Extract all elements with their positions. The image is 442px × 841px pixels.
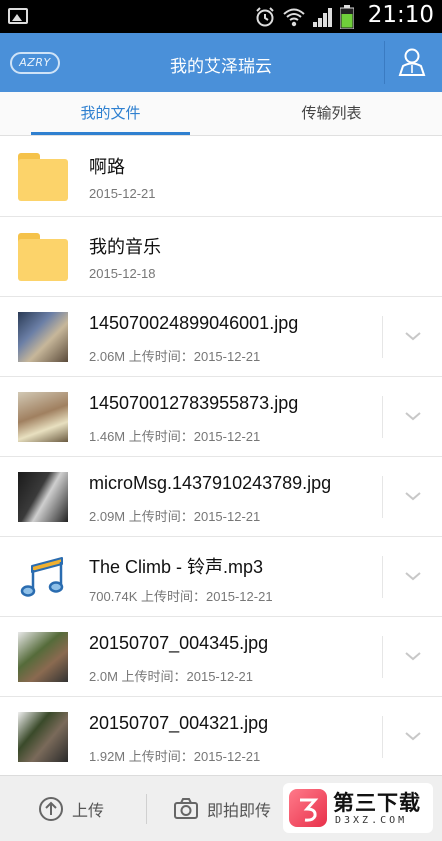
list-item[interactable]: microMsg.1437910243789.jpg 2.09M 上传时间：20…: [0, 457, 442, 537]
list-item[interactable]: 我的音乐 2015-12-18: [0, 217, 442, 297]
list-item[interactable]: 20150707_004321.jpg 1.92M 上传时间：2015-12-2…: [0, 697, 442, 777]
watermark-logo-icon: [289, 789, 327, 827]
file-meta: 2.09M 上传时间：2015-12-21: [89, 509, 261, 524]
user-icon: [398, 48, 426, 76]
file-meta: 1.46M 上传时间：2015-12-21: [89, 429, 261, 444]
watermark-subtitle: D3XZ.COM: [335, 815, 408, 826]
watermark-title: 第三下载: [333, 791, 421, 815]
file-name: The Climb - 铃声.mp3: [89, 557, 264, 577]
watermark: 第三下载 D3XZ.COM: [283, 783, 433, 833]
clock: 21:10: [367, 2, 434, 28]
image-thumbnail: [18, 392, 68, 442]
folder-icon: [18, 233, 68, 281]
chevron-down-icon[interactable]: [400, 407, 426, 425]
file-meta: 2015-12-21: [89, 186, 156, 201]
signal-icon: [313, 8, 332, 27]
file-meta: 700.74K 上传时间：2015-12-21: [89, 589, 273, 604]
alarm-icon: [256, 7, 274, 27]
image-thumbnail: [18, 312, 68, 362]
folder-icon: [18, 153, 68, 201]
file-name: microMsg.1437910243789.jpg: [89, 473, 332, 493]
file-meta: 2.0M 上传时间：2015-12-21: [89, 669, 254, 684]
list-item[interactable]: The Climb - 铃声.mp3 700.74K 上传时间：2015-12-…: [0, 537, 442, 617]
image-thumbnail: [18, 632, 68, 682]
chevron-down-icon[interactable]: [400, 327, 426, 345]
wifi-icon: [283, 8, 305, 27]
list-item[interactable]: 啊路 2015-12-21: [0, 137, 442, 217]
list-item[interactable]: 145070024899046001.jpg 2.06M 上传时间：2015-1…: [0, 297, 442, 377]
image-thumbnail: [18, 472, 68, 522]
file-meta: 2.06M 上传时间：2015-12-21: [89, 349, 261, 364]
file-name: 20150707_004321.jpg: [89, 713, 269, 733]
tab-bar: 我的文件 传输列表: [0, 92, 442, 136]
list-item[interactable]: 145070012783955873.jpg 1.46M 上传时间：2015-1…: [0, 377, 442, 457]
music-note-icon: [20, 557, 64, 597]
chevron-down-icon[interactable]: [400, 567, 426, 585]
file-meta: 1.92M 上传时间：2015-12-21: [89, 749, 261, 764]
camera-icon: [174, 798, 198, 819]
upload-label: 上传: [72, 801, 105, 820]
chevron-down-icon[interactable]: [400, 647, 426, 665]
battery-icon: [340, 5, 354, 29]
file-list: 啊路 2015-12-21 我的音乐 2015-12-18 1450700248…: [0, 137, 442, 777]
app-header: AZRY 我的艾泽瑞云: [0, 33, 442, 92]
file-name: 啊路: [89, 157, 125, 177]
status-bar: 21:10: [0, 0, 442, 33]
file-name: 145070024899046001.jpg: [89, 313, 299, 333]
file-name: 我的音乐: [89, 237, 161, 257]
file-name: 20150707_004345.jpg: [89, 633, 269, 653]
camera-label: 即拍即传: [207, 801, 272, 820]
header-divider: [384, 41, 385, 84]
page-title: 我的艾泽瑞云: [170, 57, 272, 77]
chevron-down-icon[interactable]: [400, 487, 426, 505]
upload-icon: [39, 797, 63, 821]
profile-button[interactable]: [392, 43, 432, 81]
instant-capture-button[interactable]: 即拍即传: [173, 776, 271, 841]
image-thumbnail: [18, 712, 68, 762]
chevron-down-icon[interactable]: [400, 727, 426, 745]
upload-button[interactable]: 上传: [38, 776, 104, 841]
image-icon: [8, 8, 28, 24]
tab-transfer-list[interactable]: 传输列表: [221, 92, 442, 135]
file-name: 145070012783955873.jpg: [89, 393, 299, 413]
list-item[interactable]: 20150707_004345.jpg 2.0M 上传时间：2015-12-21: [0, 617, 442, 697]
tab-my-files[interactable]: 我的文件: [0, 92, 221, 135]
status-icons: [254, 5, 354, 29]
file-meta: 2015-12-18: [89, 266, 156, 281]
